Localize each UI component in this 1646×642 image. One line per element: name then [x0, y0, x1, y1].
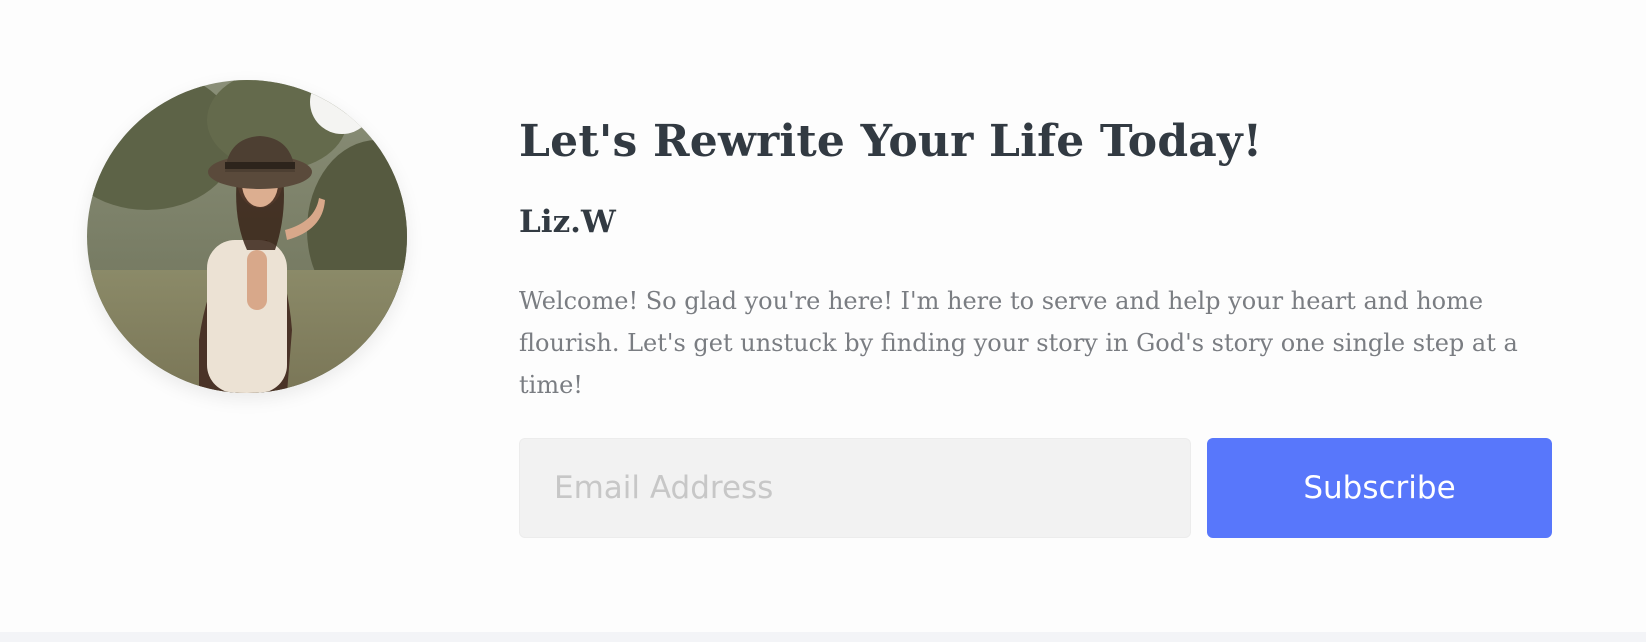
author-name: Liz.W — [519, 204, 616, 240]
page-title: Let's Rewrite Your Life Today! — [519, 116, 1263, 167]
subscribe-card: Let's Rewrite Your Life Today! Liz.W Wel… — [0, 0, 1646, 632]
subscribe-button[interactable]: Subscribe — [1207, 438, 1552, 538]
email-input[interactable] — [519, 438, 1191, 538]
welcome-message: Welcome! So glad you're here! I'm here t… — [519, 287, 1518, 399]
intro-section: Let's Rewrite Your Life Today! Liz.W Wel… — [519, 110, 1553, 406]
subscribe-form: Subscribe — [519, 438, 1552, 538]
profile-photo — [87, 80, 407, 393]
avatar — [87, 80, 407, 393]
